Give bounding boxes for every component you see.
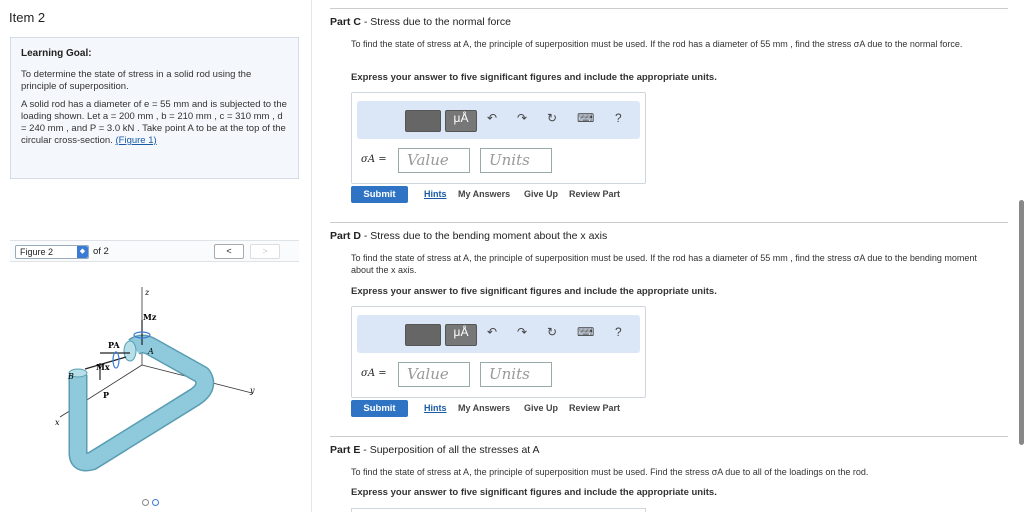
help-icon[interactable]: ? [615, 111, 622, 125]
divider [330, 436, 1008, 437]
figure-select-value: Figure 2 [20, 247, 54, 257]
keyboard-icon[interactable]: ⌨ [577, 325, 594, 339]
part-title-text: - Stress due to the bending moment about… [360, 230, 608, 242]
mz-label: Mz [143, 312, 157, 322]
my-answers-link[interactable]: My Answers [458, 189, 510, 199]
answer-box: μÅ ↶ ↷ ↻ ⌨ ? σA = Value Units [351, 306, 646, 398]
part-c: Part C - Stress due to the normal force … [330, 8, 1008, 218]
redo-icon[interactable]: ↷ [517, 111, 527, 125]
rod-figure: z Mz PA A Mx B P x y [55, 287, 255, 472]
learning-goal-intro: To determine the state of stress in a so… [21, 69, 252, 92]
learning-goal-box: Learning Goal: To determine the state of… [10, 37, 299, 179]
y-label: y [249, 386, 255, 395]
template-button[interactable] [405, 324, 441, 346]
chevron-updown-icon: ◆ [77, 246, 88, 258]
reset-icon[interactable]: ↻ [547, 325, 557, 339]
give-up-link[interactable]: Give Up [524, 403, 558, 413]
hints-link[interactable]: Hints [424, 189, 447, 199]
part-c-instructions: Express your answer to five significant … [351, 72, 717, 83]
value-input[interactable]: Value [398, 362, 470, 387]
part-d-instructions: Express your answer to five significant … [351, 286, 717, 297]
left-panel: Item 2 Learning Goal: To determine the s… [0, 0, 312, 512]
my-answers-link[interactable]: My Answers [458, 403, 510, 413]
figure-count: of 2 [93, 246, 109, 257]
review-part-link[interactable]: Review Part [569, 403, 620, 413]
mu-angstrom-icon: μÅ [453, 111, 469, 125]
reset-icon[interactable]: ↻ [547, 111, 557, 125]
part-d-description: To find the state of stress at A, the pr… [351, 253, 977, 275]
rod-cross-section [123, 340, 137, 362]
item-title: Item 2 [9, 10, 46, 25]
part-d-title: Part D - Stress due to the bending momen… [330, 230, 607, 242]
part-label: Part E [330, 444, 361, 456]
divider [330, 8, 1008, 9]
answer-box: μÅ ↶ ↷ ↻ ⌨ ? σA = Value Units [351, 92, 646, 184]
next-figure-button[interactable]: > [250, 244, 280, 259]
z-label: z [144, 288, 150, 297]
submit-button[interactable]: Submit [351, 400, 408, 417]
a-label: A [147, 347, 154, 356]
mu-angstrom-icon: μÅ [453, 325, 469, 339]
part-title-text: - Stress due to the normal force [360, 16, 511, 28]
part-d: Part D - Stress due to the bending momen… [330, 222, 1008, 432]
value-input[interactable]: Value [398, 148, 470, 173]
pager-dot-active[interactable] [152, 499, 159, 506]
undo-icon[interactable]: ↶ [487, 325, 497, 339]
template-button[interactable] [405, 110, 441, 132]
part-e-description: To find the state of stress at A, the pr… [351, 467, 869, 477]
x-label: x [55, 418, 60, 427]
answer-box-partial [351, 508, 646, 512]
part-label: Part D [330, 230, 361, 242]
math-toolbar: μÅ ↶ ↷ ↻ ⌨ ? [357, 101, 640, 139]
divider [330, 222, 1008, 223]
part-e-title: Part E - Superposition of all the stress… [330, 444, 540, 456]
sigma-a-label: σA = [361, 368, 387, 379]
part-label: Part C [330, 16, 361, 28]
part-c-description: To find the state of stress at A, the pr… [351, 39, 963, 49]
units-input[interactable]: Units [480, 148, 552, 173]
submit-button[interactable]: Submit [351, 186, 408, 203]
hints-link[interactable]: Hints [424, 403, 447, 413]
part-c-title: Part C - Stress due to the normal force [330, 16, 511, 28]
figure-pager [142, 498, 162, 508]
pager-dot[interactable] [142, 499, 149, 506]
problem-statement: A solid rod has a diameter of e = 55 mm … [21, 99, 288, 147]
part-e: Part E - Superposition of all the stress… [330, 436, 1008, 512]
p-label: P [103, 390, 109, 400]
redo-icon[interactable]: ↷ [517, 325, 527, 339]
math-toolbar: μÅ ↶ ↷ ↻ ⌨ ? [357, 315, 640, 353]
sigma-a-label: σA = [361, 154, 387, 165]
give-up-link[interactable]: Give Up [524, 189, 558, 199]
mx-label: Mx [96, 362, 110, 372]
part-e-instructions: Express your answer to five significant … [351, 487, 717, 498]
keyboard-icon[interactable]: ⌨ [577, 111, 594, 125]
scrollbar-thumb[interactable] [1019, 200, 1024, 445]
units-input[interactable]: Units [480, 362, 552, 387]
help-icon[interactable]: ? [615, 325, 622, 339]
figure-1-link[interactable]: (Figure 1) [116, 135, 157, 146]
pa-label: PA [108, 340, 120, 350]
figure-toolbar: Figure 2 ◆ of 2 < > [10, 240, 299, 262]
part-title-text: - Superposition of all the stresses at A [360, 444, 540, 456]
undo-icon[interactable]: ↶ [487, 111, 497, 125]
figure-select[interactable]: Figure 2 ◆ [15, 245, 89, 259]
learning-goal-title: Learning Goal: [21, 48, 92, 59]
b-label: B [67, 372, 74, 381]
prev-figure-button[interactable]: < [214, 244, 244, 259]
review-part-link[interactable]: Review Part [569, 189, 620, 199]
